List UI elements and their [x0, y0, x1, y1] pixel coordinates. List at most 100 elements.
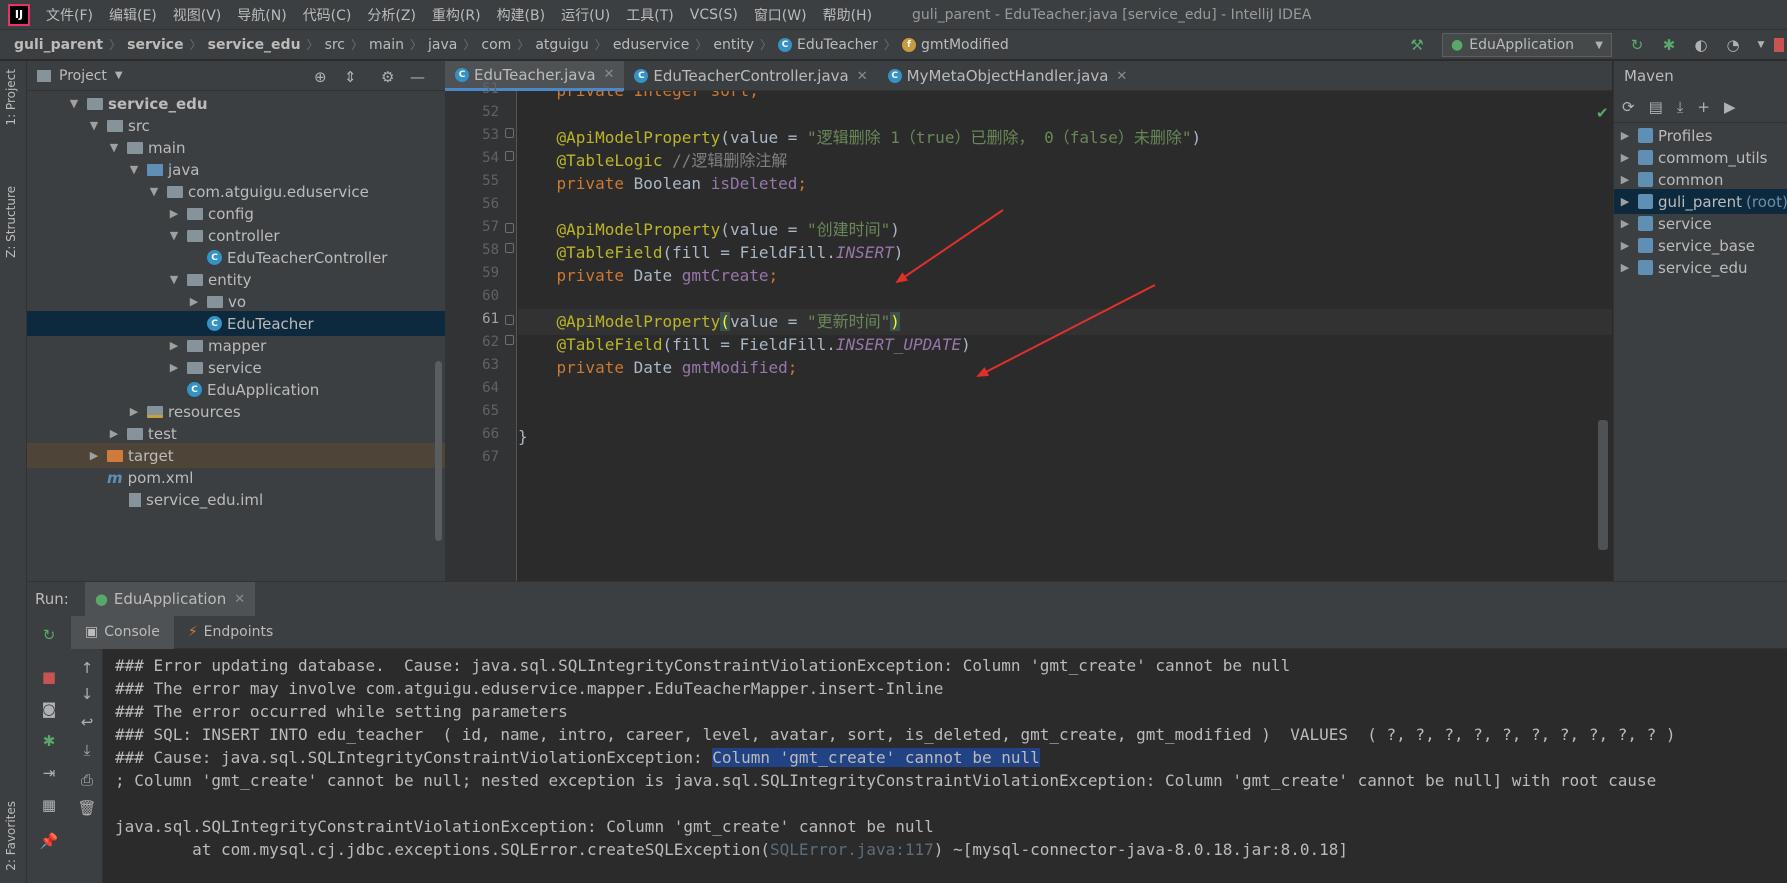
menu-help[interactable]: 帮助(H): [815, 5, 880, 25]
code-editor[interactable]: private Integer sort; @ApiModelProperty(…: [518, 91, 1612, 581]
collapsed-arrow-icon[interactable]: ▶: [1618, 239, 1632, 252]
menu-tools[interactable]: 工具(T): [618, 5, 681, 25]
breadcrumb-item[interactable]: java 〉: [428, 36, 481, 53]
run-maven-icon[interactable]: ▶: [1724, 98, 1736, 116]
arrow-down-icon[interactable]: ↓: [77, 685, 97, 705]
menu-file[interactable]: 文件(F): [38, 5, 101, 25]
breadcrumb-item[interactable]: main 〉: [369, 36, 428, 53]
generate-sources-icon[interactable]: ▤: [1649, 98, 1663, 116]
console-output[interactable]: ### Error updating database. Cause: java…: [103, 649, 1787, 883]
expanded-arrow-icon[interactable]: ▼: [107, 141, 121, 154]
fold-marker-icon[interactable]: [505, 128, 514, 138]
tree-item[interactable]: service_edu.iml: [27, 487, 445, 512]
tab-console[interactable]: ▣ Console: [71, 615, 174, 649]
breadcrumb-item[interactable]: service 〉: [127, 36, 207, 53]
minimize-icon[interactable]: —: [410, 68, 425, 86]
collapsed-arrow-icon[interactable]: ▶: [187, 295, 201, 308]
breadcrumb-item[interactable]: f gmtModified: [901, 37, 1009, 53]
collapsed-arrow-icon[interactable]: ▶: [167, 207, 181, 220]
restore-layout-icon[interactable]: ▦: [39, 796, 59, 816]
breadcrumb-item[interactable]: atguigu 〉: [535, 36, 613, 53]
print-icon[interactable]: ⎙: [77, 771, 97, 791]
rerun-icon[interactable]: ↻: [1628, 36, 1646, 54]
locate-icon[interactable]: ⊕: [314, 68, 327, 86]
breadcrumb-item[interactable]: com 〉: [481, 36, 535, 53]
collapsed-arrow-icon[interactable]: ▶: [127, 405, 141, 418]
collapsed-arrow-icon[interactable]: ▶: [87, 449, 101, 462]
camera-icon[interactable]: ◙: [39, 700, 59, 720]
breadcrumb-item[interactable]: entity 〉: [713, 36, 778, 53]
project-tool-tab[interactable]: 1: Project: [4, 69, 18, 126]
structure-tool-tab[interactable]: Z: Structure: [4, 186, 18, 258]
fold-marker-icon[interactable]: [505, 335, 514, 345]
project-scrollbar[interactable]: [435, 361, 442, 541]
coverage-icon[interactable]: ◐: [1692, 36, 1710, 54]
arrow-up-icon[interactable]: ↑: [77, 659, 97, 679]
menu-window[interactable]: 窗口(W): [746, 5, 815, 25]
breadcrumb-item[interactable]: eduservice 〉: [613, 36, 714, 53]
tab-endpoints[interactable]: ⚡ Endpoints: [174, 616, 287, 649]
breadcrumb-item[interactable]: guli_parent 〉: [14, 36, 127, 53]
breadcrumb-item[interactable]: service_edu 〉: [208, 36, 325, 53]
fold-marker-icon[interactable]: [505, 315, 514, 325]
collapsed-arrow-icon[interactable]: ▶: [167, 339, 181, 352]
collapsed-arrow-icon[interactable]: ▶: [1618, 195, 1632, 208]
exit-icon[interactable]: ⇥: [39, 764, 59, 784]
run-configuration-select[interactable]: ● EduApplication ▼: [1442, 33, 1612, 57]
close-icon[interactable]: ✕: [234, 592, 245, 607]
collapsed-arrow-icon[interactable]: ▶: [1618, 129, 1632, 142]
scroll-to-end-icon[interactable]: ⤓: [77, 741, 97, 761]
expanded-arrow-icon[interactable]: ▼: [167, 273, 181, 286]
fold-marker-icon[interactable]: [505, 243, 514, 253]
favorites-tool-tab[interactable]: 2: Favorites: [4, 801, 18, 871]
stacktrace-link[interactable]: SQLError.java:117: [770, 840, 934, 859]
expanded-arrow-icon[interactable]: ▼: [87, 119, 101, 132]
collapsed-arrow-icon[interactable]: ▶: [1618, 261, 1632, 274]
collapsed-arrow-icon[interactable]: ▶: [167, 361, 181, 374]
reload-icon[interactable]: ⟳: [1622, 98, 1635, 116]
expanded-arrow-icon[interactable]: ▼: [67, 97, 81, 110]
expanded-arrow-icon[interactable]: ▼: [127, 163, 141, 176]
menu-view[interactable]: 视图(V): [165, 5, 230, 25]
menu-code[interactable]: 代码(C): [295, 5, 360, 25]
trash-icon[interactable]: 🗑: [77, 799, 97, 819]
collapse-all-icon[interactable]: ⇕: [344, 68, 357, 86]
run-tab-eduapplication[interactable]: ● EduApplication ✕: [84, 582, 256, 616]
breadcrumb-item[interactable]: src 〉: [325, 36, 369, 53]
collapsed-arrow-icon[interactable]: ▶: [1618, 217, 1632, 230]
add-icon[interactable]: +: [1697, 98, 1710, 116]
project-panel-title[interactable]: Project: [59, 68, 107, 84]
soft-wrap-icon[interactable]: ↩: [77, 713, 97, 733]
fold-marker-icon[interactable]: [505, 223, 514, 233]
stop-icon[interactable]: [1774, 38, 1784, 52]
chevron-down-icon[interactable]: ▼: [1752, 36, 1770, 54]
gear-icon[interactable]: ⚙: [381, 68, 394, 86]
close-icon[interactable]: ✕: [1116, 69, 1127, 84]
editor-scrollbar[interactable]: [1598, 420, 1608, 550]
expanded-arrow-icon[interactable]: ▼: [167, 229, 181, 242]
menu-analyze[interactable]: 分析(Z): [359, 5, 424, 25]
rerun-icon[interactable]: ↻: [39, 626, 59, 646]
menu-edit[interactable]: 编辑(E): [101, 5, 165, 25]
download-icon[interactable]: ⤓: [1677, 98, 1684, 116]
fold-marker-icon[interactable]: [505, 151, 514, 161]
menu-build[interactable]: 构建(B): [489, 5, 554, 25]
breadcrumb-item[interactable]: C EduTeacher 〉: [778, 36, 902, 53]
pin-icon[interactable]: 📌: [39, 832, 59, 852]
expanded-arrow-icon[interactable]: ▼: [147, 185, 161, 198]
tab-eduteachercontroller-java[interactable]: C EduTeacherController.java ✕: [624, 61, 877, 91]
collapsed-arrow-icon[interactable]: ▶: [1618, 173, 1632, 186]
collapsed-arrow-icon[interactable]: ▶: [1618, 151, 1632, 164]
close-icon[interactable]: ✕: [857, 69, 868, 84]
menu-run[interactable]: 运行(U): [553, 5, 618, 25]
menu-refactor[interactable]: 重构(R): [424, 5, 489, 25]
menu-vcs[interactable]: VCS(S): [682, 7, 746, 23]
debug-icon[interactable]: ✱: [39, 732, 59, 752]
menu-navigate[interactable]: 导航(N): [229, 5, 294, 25]
chevron-down-icon[interactable]: ▼: [115, 70, 123, 81]
collapsed-arrow-icon[interactable]: ▶: [107, 427, 121, 440]
stop-icon[interactable]: ■: [39, 668, 59, 688]
maven-project-item[interactable]: ▶ service_edu: [1614, 255, 1787, 280]
tab-mymetaobjecthandler-java[interactable]: C MyMetaObjectHandler.java ✕: [878, 61, 1138, 91]
build-hammer-icon[interactable]: ⚒: [1408, 36, 1426, 54]
